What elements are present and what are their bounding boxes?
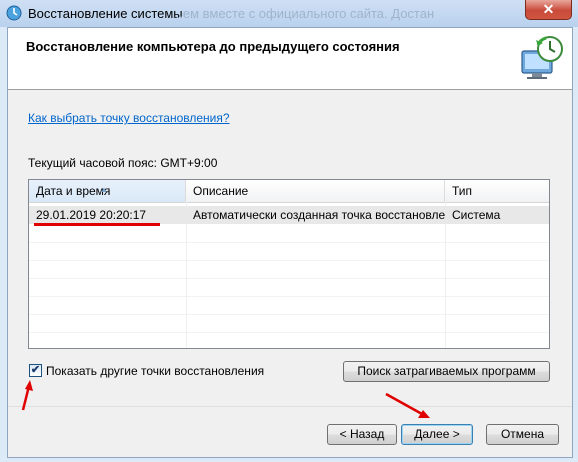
window-title: Восстановление системы [28, 6, 183, 21]
close-icon: ✕ [542, 1, 555, 17]
restore-points-table[interactable]: ▲ Дата и время Описание Тип 29.01.2019 2… [28, 179, 550, 349]
row-type: Система [452, 208, 501, 222]
sort-arrow-icon: ▲ [100, 185, 108, 194]
timezone-label: Текущий часовой пояс: GMT+9:00 [28, 156, 218, 170]
row-divider [29, 332, 549, 333]
row-description: Автоматически созданная точка восстановл… [193, 208, 445, 222]
row-divider [29, 278, 549, 279]
row-divider [29, 314, 549, 315]
cancel-button[interactable]: Отмена [486, 424, 559, 445]
system-restore-icon [521, 36, 563, 79]
wizard-header: Восстановление компьютера до предыдущего… [8, 28, 572, 90]
system-restore-icon [6, 5, 22, 21]
column-type[interactable]: Тип [445, 180, 549, 202]
background-window-text: ...ем вместе с официального сайта. Доста… [172, 6, 435, 21]
row-divider [29, 242, 549, 243]
column-type-label: Тип [452, 184, 473, 198]
column-description[interactable]: Описание [186, 180, 445, 202]
wizard-content: Восстановление компьютера до предыдущего… [7, 27, 573, 458]
column-description-label: Описание [193, 184, 249, 198]
close-button[interactable]: ✕ [525, 0, 572, 20]
back-button[interactable]: < Назад [327, 424, 397, 445]
footer-divider [8, 406, 572, 407]
column-datetime[interactable]: ▲ Дата и время [29, 180, 186, 202]
title-bar: Восстановление системы ...ем вместе с оф… [0, 0, 578, 27]
checkbox-box[interactable]: ✔ [29, 364, 42, 377]
checkbox-label: Показать другие точки восстановления [46, 364, 265, 378]
table-row[interactable]: 29.01.2019 20:20:17 Автоматически создан… [29, 206, 549, 224]
table-header: ▲ Дата и время Описание Тип [29, 180, 549, 203]
how-to-choose-restore-point-link[interactable]: Как выбрать точку восстановления? [28, 111, 230, 125]
red-underline-annotation [34, 223, 160, 226]
page-title: Восстановление компьютера до предыдущего… [26, 39, 400, 54]
row-divider [29, 260, 549, 261]
checkmark-icon: ✔ [30, 364, 41, 376]
scan-affected-programs-button[interactable]: Поиск затрагиваемых программ [343, 361, 550, 382]
row-divider [29, 296, 549, 297]
next-button[interactable]: Далее > [401, 424, 473, 445]
row-datetime: 29.01.2019 20:20:17 [36, 208, 147, 222]
